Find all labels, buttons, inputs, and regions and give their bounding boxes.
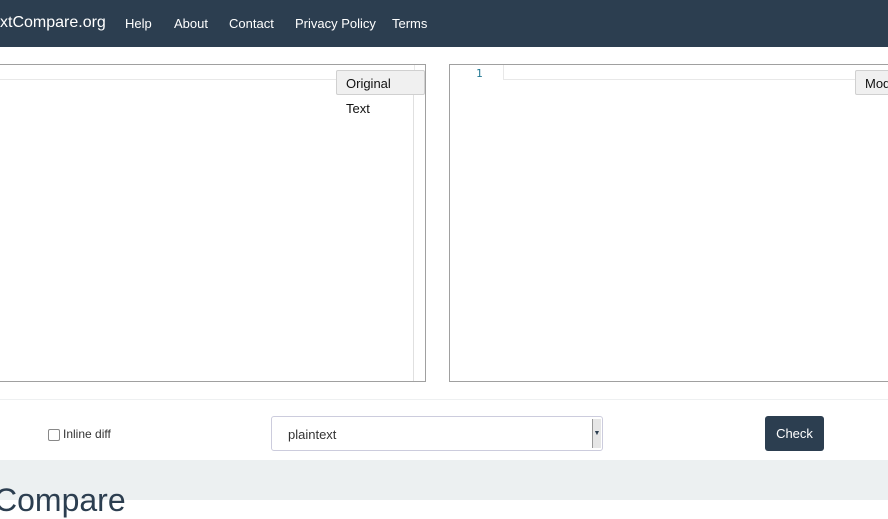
section-heading: Compare bbox=[0, 482, 126, 518]
nav-about[interactable]: About bbox=[174, 16, 208, 31]
inline-diff-checkbox[interactable] bbox=[48, 429, 60, 441]
line-number: 1 bbox=[476, 67, 483, 80]
divider bbox=[0, 399, 888, 400]
language-select-value: plaintext bbox=[288, 427, 337, 442]
inline-diff-label[interactable]: Inline diff bbox=[63, 427, 111, 441]
nav-privacy-policy[interactable]: Privacy Policy bbox=[295, 16, 376, 31]
scrollbar-track[interactable] bbox=[413, 79, 414, 381]
check-button[interactable]: Check bbox=[765, 416, 824, 451]
language-select[interactable]: plaintext ▼ bbox=[271, 416, 603, 451]
modified-text-editor[interactable]: 1 Mod bbox=[449, 64, 888, 382]
navbar: xtCompare.org Help About Contact Privacy… bbox=[0, 0, 888, 47]
active-line bbox=[503, 65, 888, 80]
nav-contact[interactable]: Contact bbox=[229, 16, 274, 31]
original-text-button[interactable]: Original Text bbox=[336, 70, 425, 116]
modified-text-button[interactable]: Mod bbox=[855, 70, 888, 95]
nav-terms[interactable]: Terms bbox=[392, 16, 427, 31]
brand-logo[interactable]: xtCompare.org bbox=[0, 14, 106, 32]
original-text-editor[interactable]: Original Text bbox=[0, 64, 426, 382]
nav-help[interactable]: Help bbox=[125, 16, 152, 31]
info-section bbox=[0, 460, 888, 500]
chevron-down-icon[interactable]: ▼ bbox=[592, 419, 601, 448]
